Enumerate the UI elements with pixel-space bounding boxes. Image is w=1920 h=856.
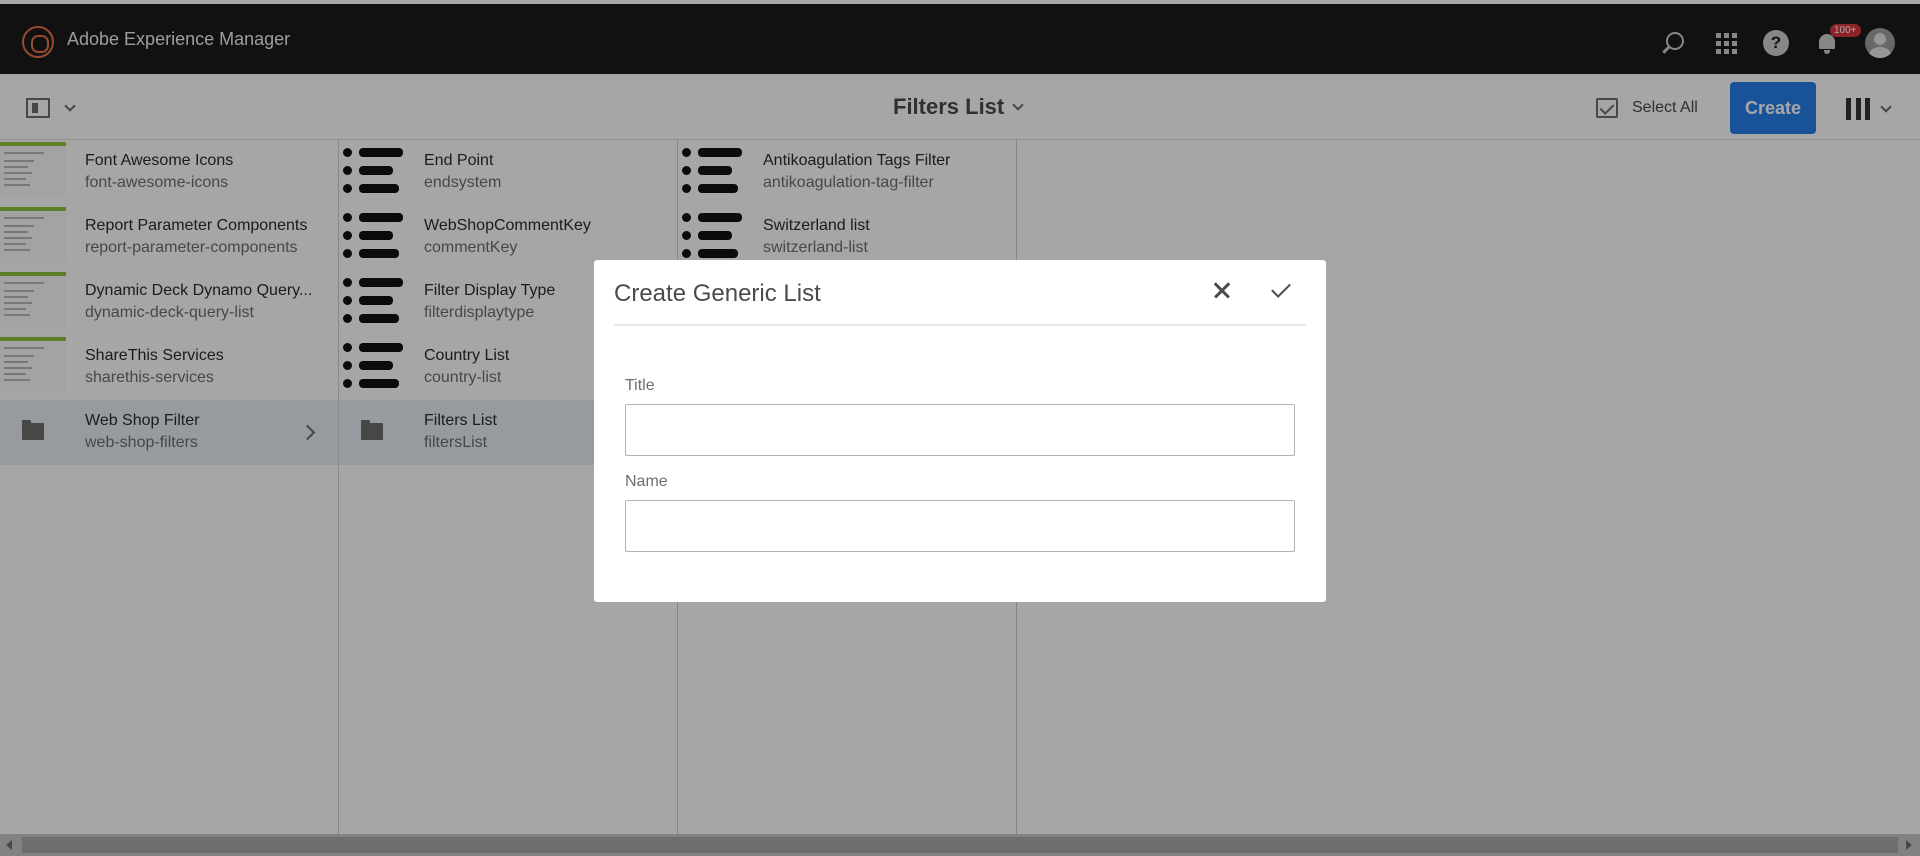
dialog-title: Create Generic List [614,280,821,307]
title-field[interactable] [625,404,1295,456]
name-field-label: Name [625,473,668,490]
title-field-label: Title [625,377,655,394]
close-icon[interactable] [1208,276,1236,304]
checkmark-icon[interactable] [1266,276,1294,304]
create-generic-list-dialog: Create Generic List Title Name [594,260,1326,602]
name-field[interactable] [625,500,1295,552]
divider [614,324,1306,326]
